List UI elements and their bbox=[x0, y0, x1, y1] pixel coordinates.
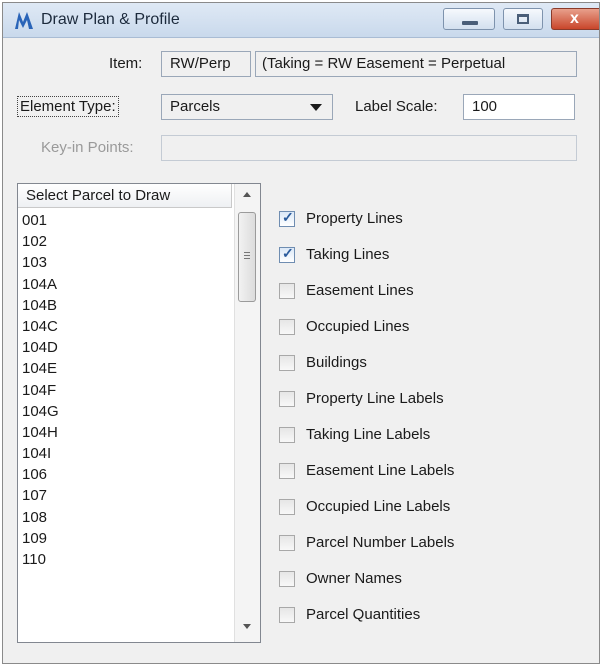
item-value: RW/Perp bbox=[170, 55, 231, 72]
window-title: Draw Plan & Profile bbox=[41, 11, 180, 28]
option-label: Buildings bbox=[306, 354, 367, 371]
parcel-list-item[interactable]: 104D bbox=[22, 337, 232, 358]
option-label: Taking Lines bbox=[306, 246, 390, 263]
item-description-field: (Taking = RW Easement = Perpetual bbox=[255, 51, 577, 77]
parcel-list-item[interactable]: 108 bbox=[22, 507, 232, 528]
option-label: Owner Names bbox=[306, 570, 402, 587]
option-checkbox[interactable] bbox=[279, 391, 295, 407]
parcel-list-items: 001 102 103 104A 104B 104C 104D 104E 104F 104G 104… bbox=[22, 210, 232, 570]
label-scale-value: 100 bbox=[472, 98, 498, 115]
checkmark-icon: ✓ bbox=[282, 245, 294, 261]
option-label: Property Line Labels bbox=[306, 390, 444, 407]
option-label: Parcel Quantities bbox=[306, 606, 421, 623]
scroll-thumb[interactable] bbox=[238, 212, 256, 302]
keyin-points-input[interactable] bbox=[161, 135, 577, 161]
parcel-list-item[interactable]: 106 bbox=[22, 464, 232, 485]
option-checkbox[interactable] bbox=[279, 463, 295, 479]
close-button[interactable]: x bbox=[551, 8, 599, 30]
element-type-dropdown[interactable]: Parcels bbox=[161, 94, 333, 120]
parcel-list-header[interactable]: Select Parcel to Draw bbox=[18, 184, 232, 208]
option-checkbox[interactable]: ✓ bbox=[279, 245, 295, 263]
option-label: Occupied Lines bbox=[306, 318, 410, 335]
option-label: Occupied Line Labels bbox=[306, 498, 451, 515]
parcel-list-item[interactable]: 104C bbox=[22, 316, 232, 337]
app-icon bbox=[15, 12, 33, 29]
option-label: Easement Lines bbox=[306, 282, 414, 299]
label-scale-input[interactable]: 100 bbox=[463, 94, 575, 120]
parcel-list-item[interactable]: 104G bbox=[22, 401, 232, 422]
option-checkbox[interactable] bbox=[279, 607, 295, 623]
scroll-up-icon[interactable] bbox=[243, 192, 251, 197]
option-checkbox[interactable] bbox=[279, 319, 295, 335]
parcel-list-item[interactable]: 104F bbox=[22, 380, 232, 401]
option-label: Taking Line Labels bbox=[306, 426, 431, 443]
title-bar[interactable]: Draw Plan & Profile x bbox=[3, 3, 599, 38]
option-checkbox[interactable]: ✓ bbox=[279, 209, 295, 227]
grip-icon bbox=[244, 255, 250, 256]
option-checkbox[interactable] bbox=[279, 499, 295, 515]
parcel-list-scrollbar[interactable] bbox=[234, 184, 260, 642]
option-checkbox[interactable] bbox=[279, 355, 295, 371]
scroll-down-icon[interactable] bbox=[243, 624, 251, 629]
option-checkbox[interactable] bbox=[279, 283, 295, 299]
element-type-label: Element Type: bbox=[17, 96, 119, 117]
parcel-list-item[interactable]: 104A bbox=[22, 274, 232, 295]
element-type-value: Parcels bbox=[170, 98, 221, 115]
label-scale-label: Label Scale: bbox=[355, 98, 438, 115]
chevron-down-icon bbox=[310, 104, 322, 111]
dialog-window: Draw Plan & Profile x Item: RW/Perp (Tak… bbox=[2, 2, 600, 664]
keyin-points-label: Key-in Points: bbox=[41, 139, 134, 156]
parcel-list-item[interactable]: 110 bbox=[22, 549, 232, 570]
parcel-listbox[interactable]: Select Parcel to Draw 001 102 103 104A 104B 1… bbox=[17, 183, 261, 643]
checkmark-icon: ✓ bbox=[282, 209, 294, 225]
option-label: Property Lines bbox=[306, 210, 403, 227]
minimize-button[interactable] bbox=[443, 8, 495, 30]
maximize-icon bbox=[517, 14, 529, 24]
parcel-list-item[interactable]: 104I bbox=[22, 443, 232, 464]
item-description: (Taking = RW Easement = Perpetual bbox=[262, 55, 506, 72]
minimize-icon bbox=[462, 21, 478, 25]
parcel-list-item[interactable]: 104B bbox=[22, 295, 232, 316]
maximize-button[interactable] bbox=[503, 8, 543, 30]
parcel-list-item[interactable]: 104E bbox=[22, 358, 232, 379]
parcel-list-item[interactable]: 107 bbox=[22, 485, 232, 506]
close-icon: x bbox=[570, 10, 579, 27]
option-label: Easement Line Labels bbox=[306, 462, 455, 479]
item-value-field: RW/Perp bbox=[161, 51, 251, 77]
option-checkbox[interactable] bbox=[279, 571, 295, 587]
parcel-list-item[interactable]: 103 bbox=[22, 252, 232, 273]
option-checkbox[interactable] bbox=[279, 535, 295, 551]
option-checkbox[interactable] bbox=[279, 427, 295, 443]
option-label: Parcel Number Labels bbox=[306, 534, 455, 551]
parcel-list-item[interactable]: 104H bbox=[22, 422, 232, 443]
parcel-list-item[interactable]: 102 bbox=[22, 231, 232, 252]
parcel-list-item[interactable]: 109 bbox=[22, 528, 232, 549]
item-label: Item: bbox=[109, 55, 143, 72]
parcel-list-item[interactable]: 001 bbox=[22, 210, 232, 231]
